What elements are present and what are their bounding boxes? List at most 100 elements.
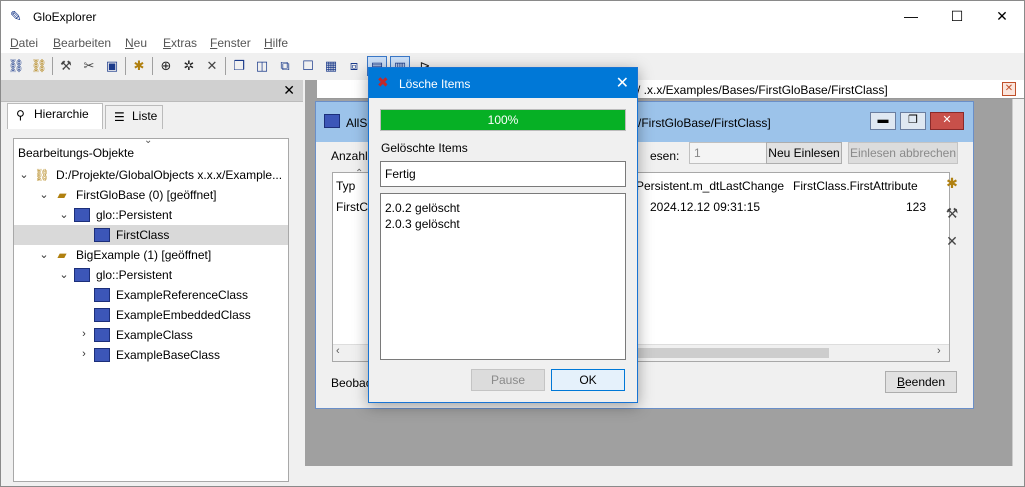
class-table-icon	[94, 308, 110, 322]
pause-button[interactable]: Pause	[471, 369, 545, 391]
tree-item[interactable]: ⌄ glo::Persistent	[14, 265, 288, 285]
tree-title: Bearbeitungs-Objekte	[18, 146, 135, 160]
menu-neu[interactable]: Neu	[125, 36, 147, 50]
tree-item-label: glo::Persistent	[96, 208, 173, 222]
open-base-icon[interactable]: ⛓	[6, 56, 26, 76]
grid-window-icon[interactable]: ▦	[321, 56, 341, 76]
expand-toggle-icon[interactable]: ⌄	[58, 208, 70, 221]
left-panel-close-icon[interactable]: ✕	[283, 82, 295, 99]
class-table-icon	[74, 208, 90, 222]
menu-bearbeiten[interactable]: Bearbeiten	[53, 36, 111, 50]
mdi-scrollbar[interactable]	[1012, 99, 1024, 466]
menu-hilfe[interactable]: Hilfe	[264, 36, 288, 50]
count-label: Anzahl:	[331, 149, 372, 163]
expand-toggle-icon[interactable]: ›	[78, 328, 90, 340]
expand-toggle-icon[interactable]: ⌄	[18, 168, 30, 181]
ok-button[interactable]: OK	[551, 369, 625, 391]
tree-item[interactable]: › ExampleClass	[14, 325, 288, 345]
left-panel-header: ✕	[1, 80, 303, 102]
minimize-button[interactable]: —	[888, 1, 934, 33]
tree-item[interactable]: ⌄ ▰ BigExample (1) [geöffnet]	[14, 245, 288, 265]
window-grid-icon	[324, 114, 340, 128]
count-input[interactable]: 1	[689, 142, 769, 164]
settings-icon[interactable]: ✲	[179, 56, 199, 76]
expand-toggle-icon[interactable]: ›	[78, 348, 90, 360]
menu-bar: Datei Bearbeiten Neu Extras Fenster Hilf…	[1, 33, 1024, 53]
delete-tools-icon[interactable]: ✕	[941, 230, 963, 252]
document-tab-close-icon[interactable]: ✕	[1002, 82, 1016, 96]
tree-item-label: D:/Projekte/GlobalObjects x.x.x/Example.…	[56, 168, 283, 182]
multi-window-icon[interactable]: ⧈	[344, 56, 364, 76]
list-icon: ☰	[114, 110, 125, 124]
single-window-icon[interactable]: ☐	[298, 56, 318, 76]
folder-icon: ▰	[57, 188, 67, 202]
tab-liste[interactable]: ☰ Liste	[105, 105, 163, 129]
class-table-icon	[94, 288, 110, 302]
tree-item-label: BigExample (1) [geöffnet]	[76, 248, 212, 262]
inspect-icon[interactable]: ▣	[102, 56, 122, 76]
menu-datei[interactable]: Datei	[10, 36, 38, 50]
globe-icon[interactable]: ⊕	[156, 56, 176, 76]
scroll-thumb[interactable]	[629, 348, 829, 358]
cell-typ: FirstCl	[336, 200, 371, 214]
tile-horizontal-icon[interactable]: ⧉	[275, 56, 295, 76]
hierarchy-icon: ⚲	[16, 108, 25, 122]
finish-button[interactable]: Beenden	[885, 371, 957, 393]
expand-toggle-icon[interactable]: ⌄	[38, 248, 50, 261]
inner-restore-button[interactable]: ❐	[900, 112, 926, 130]
new-object-icon[interactable]: ✱	[129, 56, 149, 76]
maximize-button[interactable]: ☐	[934, 1, 980, 33]
reload-button[interactable]: Neu Einlesen	[766, 142, 842, 164]
toolbar-separator	[225, 57, 226, 75]
scroll-right-icon[interactable]: ›	[937, 345, 941, 357]
expand-toggle-icon[interactable]: ⌄	[58, 268, 70, 281]
toolbar-separator	[52, 57, 53, 75]
dialog-close-icon[interactable]: ✕	[616, 73, 629, 93]
collapse-chevron-icon[interactable]: ⌄	[144, 139, 152, 146]
column-header-typ[interactable]: Typ	[336, 179, 355, 193]
app-title: GloExplorer	[33, 10, 97, 24]
cell-first-attribute: 123	[906, 200, 927, 214]
tree-item[interactable]: ⌄ ▰ FirstGloBase (0) [geöffnet]	[14, 185, 288, 205]
menu-fenster[interactable]: Fenster	[210, 36, 251, 50]
delete-items-dialog: ✖ Lösche Items ✕ 100% Gelöschte Items Fe…	[368, 67, 638, 403]
tree-item-label: ExampleEmbeddedClass	[116, 308, 251, 322]
tools-icon[interactable]: ✂	[79, 56, 99, 76]
tree-item[interactable]: ExampleEmbeddedClass	[14, 305, 288, 325]
inner-minimize-button[interactable]: ▬	[870, 112, 896, 130]
tab-hierarchie[interactable]: ⚲ Hierarchie	[7, 103, 103, 129]
title-bar: ✎ GloExplorer — ☐ ✕	[1, 1, 1024, 33]
column-header-last-change[interactable]: Persistent.m_dtLastChange	[636, 179, 784, 193]
wrench-icon[interactable]: ✕	[202, 56, 222, 76]
sort-indicator-icon: ⌃	[355, 168, 364, 179]
inner-close-button[interactable]: ✕	[930, 112, 964, 130]
tree-item-label: ExampleBaseClass	[116, 348, 221, 362]
tree-item-label: ExampleClass	[116, 328, 193, 342]
deleted-items-log[interactable]: 2.0.2 gelöscht 2.0.3 gelöscht	[380, 193, 626, 360]
tree-item[interactable]: ⌄ glo::Persistent	[14, 205, 288, 225]
scroll-left-icon[interactable]: ‹	[336, 345, 340, 357]
close-button[interactable]: ✕	[979, 1, 1025, 33]
menu-extras[interactable]: Extras	[163, 36, 197, 50]
column-header-first-attribute[interactable]: FirstClass.FirstAttribute	[793, 179, 918, 193]
tree-item[interactable]: ExampleReferenceClass	[14, 285, 288, 305]
tree-item-label: FirstClass	[116, 228, 170, 242]
tree-item[interactable]: ⌄ ⛓ D:/Projekte/GlobalObjects x.x.x/Exampl…	[14, 165, 288, 185]
log-line: 2.0.2 gelöscht	[385, 201, 460, 215]
tree-item[interactable]: › ExampleBaseClass	[14, 345, 288, 365]
class-table-icon	[94, 348, 110, 362]
tree-item-label: glo::Persistent	[96, 268, 173, 282]
delete-icon: ✖	[377, 74, 389, 90]
object-tree[interactable]: ⌄ Bearbeitungs-Objekte ⌄ ⛓ D:/Projekte/Glo…	[13, 138, 289, 482]
tile-vertical-icon[interactable]: ◫	[252, 56, 272, 76]
close-base-icon[interactable]: ⛓	[29, 56, 49, 76]
new-object-icon[interactable]: ✱	[941, 172, 963, 194]
hammer-icon[interactable]: ⚒	[56, 56, 76, 76]
expand-toggle-icon[interactable]: ⌄	[38, 188, 50, 201]
tree-item[interactable]: FirstClass	[14, 225, 288, 245]
abort-reading-button[interactable]: Einlesen abbrechen	[848, 142, 958, 164]
document-tab-label: / .x.x/Examples/Bases/FirstGloBase/First…	[637, 83, 888, 97]
edit-hammer-icon[interactable]: ⚒	[941, 202, 963, 224]
cascade-icon[interactable]: ❐	[229, 56, 249, 76]
tree-item-label: FirstGloBase (0) [geöffnet]	[76, 188, 217, 202]
